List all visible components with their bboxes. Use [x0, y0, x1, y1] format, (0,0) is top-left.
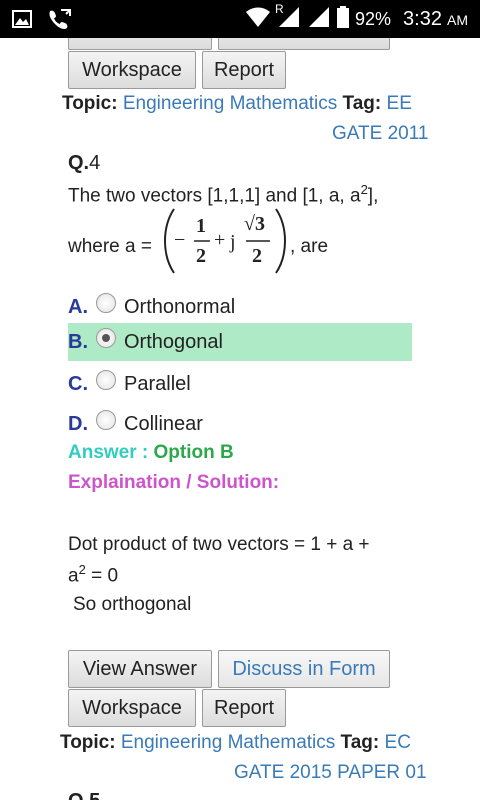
option-d[interactable]: D. Collinear: [68, 405, 412, 443]
wifi-icon: [245, 6, 271, 33]
question-page: Workspace Report Topic: Engineering Math…: [0, 38, 480, 800]
tag-link-2[interactable]: GATE 2011: [332, 119, 428, 148]
option-a[interactable]: A. Orthonormal: [68, 288, 412, 326]
topic-line: Topic: Engineering Mathematics Tag: EE: [62, 93, 412, 114]
formula-den1: 2: [196, 245, 206, 267]
image-icon: [12, 10, 32, 33]
radio-c[interactable]: [96, 370, 116, 390]
question-text-are: , are: [290, 236, 329, 257]
formula-plus: +: [214, 229, 226, 251]
question-text-where: where a =: [68, 236, 152, 257]
workspace-button-2[interactable]: Workspace: [68, 689, 196, 727]
workspace-button[interactable]: Workspace: [68, 51, 196, 89]
topic-line-2: Topic: Engineering Mathematics Tag: EC: [60, 732, 411, 753]
formula-image: − 1 2 + j √3 2: [160, 203, 290, 279]
formula-den2: 2: [252, 245, 262, 267]
question-number: Q.4: [68, 152, 101, 174]
status-bar: R 92% 3:32 AM: [0, 0, 480, 38]
signal-icon-2: [307, 6, 331, 33]
formula-minus: −: [174, 229, 186, 251]
battery-percent: 92%: [355, 9, 392, 29]
answer-line: Answer : Option B: [68, 442, 234, 463]
cut-off-button-1[interactable]: [68, 38, 212, 50]
formula-j: j: [230, 231, 236, 253]
discuss-button[interactable]: Discuss in Form: [218, 650, 390, 688]
view-answer-button[interactable]: View Answer: [68, 650, 212, 688]
signal-icon: R: [275, 2, 301, 33]
tag-link-4[interactable]: GATE 2015 PAPER 01: [234, 758, 427, 787]
formula-num1: 1: [196, 215, 206, 237]
formula-num2: √3: [244, 213, 265, 235]
topic-link-2[interactable]: Engineering Mathematics: [121, 732, 335, 753]
solution-line1: Dot product of two vectors = 1 + a +: [68, 534, 370, 555]
roaming-indicator: R: [275, 2, 284, 16]
cut-off-button-2[interactable]: [218, 38, 390, 50]
topic-link[interactable]: Engineering Mathematics: [123, 93, 337, 114]
option-c[interactable]: C. Parallel: [68, 365, 412, 403]
solution-line3: So orthogonal: [73, 594, 192, 615]
radio-a[interactable]: [96, 293, 116, 313]
explanation-heading: Explaination / Solution:: [68, 472, 280, 493]
tag-link-3[interactable]: EC: [385, 732, 411, 753]
solution-line2: a2 = 0: [68, 562, 119, 587]
report-button[interactable]: Report: [202, 51, 286, 89]
option-b[interactable]: B. Orthogonal: [68, 323, 412, 361]
next-question-number: Q.5: [68, 790, 100, 800]
radio-b[interactable]: [96, 328, 116, 348]
call-icon: [46, 8, 72, 35]
battery-icon: [337, 6, 350, 33]
tag-link[interactable]: EE: [387, 93, 412, 114]
report-button-2[interactable]: Report: [202, 689, 286, 727]
clock: 3:32 AM: [403, 8, 468, 30]
radio-d[interactable]: [96, 410, 116, 430]
